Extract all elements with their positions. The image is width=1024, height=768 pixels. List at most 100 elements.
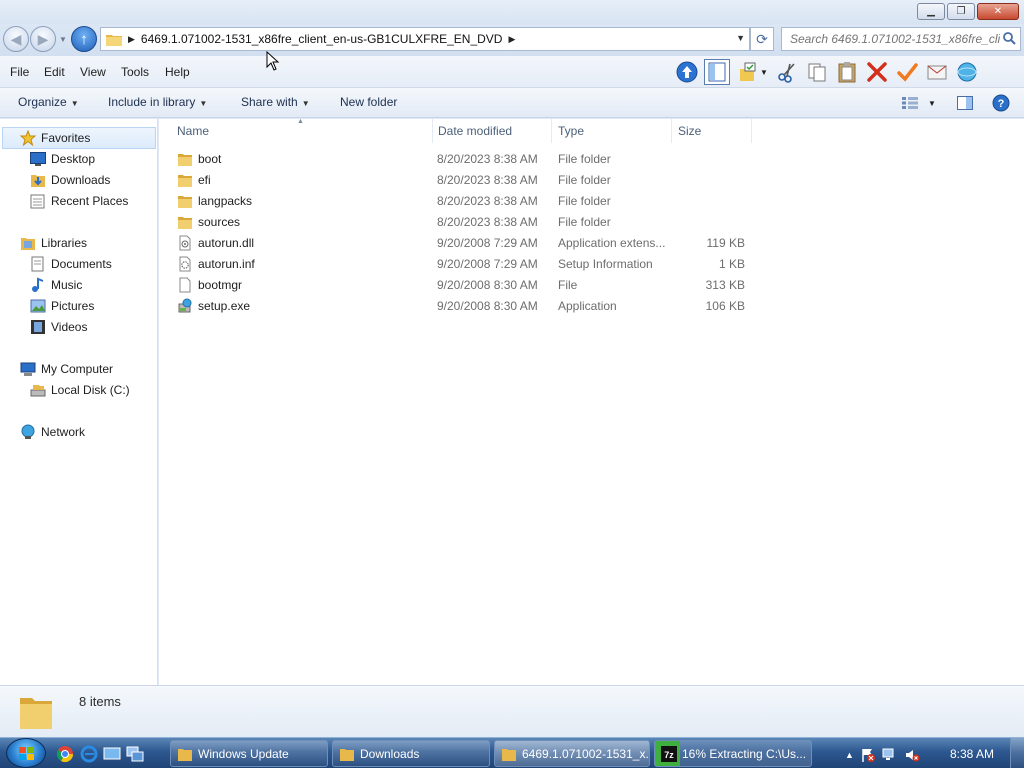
inf-icon	[177, 256, 193, 272]
close-button[interactable]: ✕	[977, 3, 1019, 20]
recent-pages-dropdown[interactable]: ▼	[59, 35, 67, 44]
breadcrumb-arrow-icon[interactable]: ▶	[128, 34, 135, 45]
column-header-size[interactable]: Size	[672, 119, 752, 143]
setup-icon	[177, 298, 193, 314]
copy-button[interactable]	[804, 59, 830, 85]
up-folder-button[interactable]	[674, 59, 700, 85]
switch-windows-icon[interactable]	[126, 745, 144, 763]
chrome-icon[interactable]	[56, 745, 74, 763]
refresh-button[interactable]: ⟳	[750, 27, 774, 51]
menu-view[interactable]: View	[80, 65, 106, 79]
show-desktop-icon[interactable]	[103, 745, 121, 763]
nav-recent-places[interactable]: Recent Places	[30, 193, 128, 209]
menu-tools[interactable]: Tools	[121, 65, 149, 79]
paste-button[interactable]	[834, 59, 860, 85]
chevron-down-icon: ▼	[928, 98, 936, 108]
email-button[interactable]	[924, 59, 950, 85]
forward-button[interactable]: ▶	[30, 26, 56, 52]
task-label: Downloads	[360, 746, 420, 761]
file-row[interactable]: boot 8/20/2023 8:38 AM File folder	[171, 149, 751, 170]
clock[interactable]: 8:38 AM	[950, 747, 994, 761]
share-with-button[interactable]: Share with ▼	[241, 95, 310, 109]
up-button[interactable]: ↑	[71, 26, 97, 52]
nav-videos[interactable]: Videos	[30, 319, 87, 335]
minimize-button[interactable]: ▁	[917, 3, 945, 20]
system-tray: ▲	[845, 747, 920, 763]
column-header-date[interactable]: Date modified	[432, 119, 552, 143]
nav-pictures[interactable]: Pictures	[30, 298, 94, 314]
file-name: efi	[198, 173, 211, 187]
file-type: File folder	[558, 215, 611, 229]
file-row[interactable]: efi 8/20/2023 8:38 AM File folder	[171, 170, 751, 191]
help-button[interactable]: ?	[991, 93, 1011, 113]
nav-favorites[interactable]: Favorites	[2, 127, 156, 149]
preview-pane-button[interactable]	[955, 93, 975, 113]
internet-explorer-icon[interactable]	[80, 745, 98, 763]
breadcrumb-arrow-icon[interactable]: ▶	[508, 34, 515, 45]
nav-music-label: Music	[51, 278, 83, 292]
checkmark-icon	[897, 63, 918, 82]
include-in-library-label: Include in library	[108, 95, 196, 109]
menu-help[interactable]: Help	[165, 65, 190, 79]
file-row[interactable]: sources 8/20/2023 8:38 AM File folder	[171, 212, 751, 233]
file-row[interactable]: setup.exe 9/20/2008 8:30 AM Application 106…	[171, 296, 751, 317]
menu-file[interactable]: File	[10, 65, 29, 79]
column-name-label: Name	[177, 124, 210, 138]
nav-local-disk[interactable]: Local Disk (C:)	[30, 382, 130, 398]
task-dvd-folder[interactable]: 6469.1.071002-1531_x...	[494, 740, 650, 767]
back-button[interactable]: ◀	[3, 26, 29, 52]
start-button[interactable]	[6, 738, 46, 768]
nav-desktop[interactable]: Desktop	[30, 151, 95, 167]
folder-icon	[20, 698, 52, 729]
nav-documents[interactable]: Documents	[30, 256, 112, 272]
task-7zip-extracting[interactable]: 7z 16% Extracting C:\Us...	[654, 740, 812, 767]
volume-muted-icon[interactable]	[904, 747, 920, 763]
maximize-button[interactable]: ❐	[947, 3, 975, 20]
column-header-type[interactable]: Type	[552, 119, 672, 143]
envelope-icon	[927, 65, 947, 80]
show-desktop-button[interactable]	[1010, 738, 1024, 768]
cut-button[interactable]	[774, 59, 800, 85]
network-button[interactable]	[954, 59, 980, 85]
delete-button[interactable]	[864, 59, 890, 85]
task-label: 6469.1.071002-1531_x...	[522, 746, 650, 761]
task-downloads[interactable]: Downloads	[332, 740, 490, 767]
properties-button[interactable]	[894, 59, 920, 85]
nav-my-computer[interactable]: My Computer	[20, 361, 113, 377]
folders-pane-button[interactable]	[704, 59, 730, 85]
organize-button[interactable]: Organize ▼	[18, 95, 79, 109]
file-row[interactable]: bootmgr 9/20/2008 8:30 AM File 313 KB	[171, 275, 751, 296]
star-icon	[20, 130, 36, 146]
task-windows-update[interactable]: Windows Update	[170, 740, 328, 767]
up-arrow-icon	[676, 61, 698, 83]
folder-icon	[340, 748, 354, 761]
file-row[interactable]: langpacks 8/20/2023 8:38 AM File folder	[171, 191, 751, 212]
network-status-icon[interactable]	[882, 747, 898, 763]
search-input[interactable]	[790, 32, 1000, 46]
change-view-button[interactable]	[900, 93, 920, 113]
include-in-library-button[interactable]: Include in library ▼	[108, 95, 207, 109]
search-box[interactable]	[781, 27, 1021, 51]
views-button[interactable]: ▼	[734, 59, 770, 85]
nav-network[interactable]: Network	[20, 424, 85, 440]
taskbar: Windows Update Downloads 6469.1.071002-1…	[0, 737, 1024, 768]
breadcrumb-current[interactable]: 6469.1.071002-1531_x86fre_client_en-us-G…	[141, 32, 503, 46]
view-options-dropdown[interactable]: ▼	[922, 93, 942, 113]
nav-downloads[interactable]: Downloads	[30, 172, 110, 188]
menu-edit[interactable]: Edit	[44, 65, 65, 79]
address-row: ◀ ▶ ▼ ↑ ▶ 6469.1.071002-1531_x86fre_clie…	[0, 24, 1024, 56]
column-type-label: Type	[558, 124, 585, 138]
address-bar[interactable]: ▶ 6469.1.071002-1531_x86fre_client_en-us…	[100, 27, 750, 51]
title-bar: ▁ ❐ ✕	[0, 0, 1024, 24]
file-row[interactable]: autorun.inf 9/20/2008 7:29 AM Setup Inform…	[171, 254, 751, 275]
show-hidden-icons-icon[interactable]: ▲	[845, 750, 854, 760]
action-center-icon[interactable]	[860, 747, 876, 763]
item-count: 8 items	[79, 694, 121, 709]
folder-icon	[177, 172, 193, 188]
address-dropdown-icon[interactable]: ▼	[736, 33, 745, 43]
nav-music[interactable]: Music	[30, 277, 82, 293]
nav-libraries[interactable]: Libraries	[20, 235, 87, 251]
new-folder-button[interactable]: New folder	[340, 95, 397, 109]
file-row[interactable]: autorun.dll 9/20/2008 7:29 AM Application …	[171, 233, 751, 254]
search-icon[interactable]	[1002, 31, 1016, 45]
